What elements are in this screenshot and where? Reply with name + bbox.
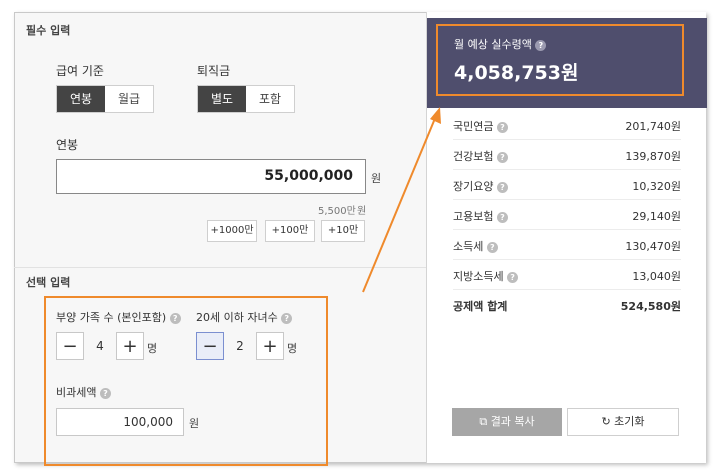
deduction-row: 국민연금 ? 201,740원 bbox=[453, 110, 681, 140]
deduction-name: 고용보험 bbox=[453, 210, 494, 223]
help-icon[interactable]: ? bbox=[496, 121, 508, 133]
severance-option-included[interactable]: 포함 bbox=[246, 86, 294, 112]
help-icon[interactable]: ? bbox=[99, 387, 111, 399]
nontaxable-unit: 원 bbox=[189, 417, 200, 430]
deduction-total-row: 공제액 합계 524,580원 bbox=[453, 290, 681, 320]
deduction-row: 고용보험 ? 29,140원 bbox=[453, 200, 681, 230]
pay-basis-option-monthly[interactable]: 월급 bbox=[105, 86, 153, 112]
severance-label: 퇴직금 bbox=[197, 64, 231, 78]
nontaxable-label-text: 비과세액 bbox=[56, 386, 97, 399]
deduction-row: 소득세 ? 130,470원 bbox=[453, 230, 681, 260]
reset-label: 초기화 bbox=[614, 415, 645, 428]
salary-unit: 원 bbox=[371, 172, 382, 185]
dependents-label: 부양 가족 수 (본인포함) ? bbox=[56, 309, 181, 325]
nontaxable-label: 비과세액 ? bbox=[56, 384, 111, 400]
children-label: 20세 이하 자녀수 ? bbox=[196, 309, 293, 325]
children-stepper: − 2 + bbox=[196, 332, 284, 360]
deduction-name: 국민연금 bbox=[453, 120, 494, 133]
deduction-value: 29,140원 bbox=[632, 210, 681, 223]
deduction-name: 소득세 bbox=[453, 240, 484, 253]
children-unit: 명 bbox=[287, 342, 298, 355]
net-pay-amount: 4,058,753원 bbox=[454, 62, 579, 84]
children-label-text: 20세 이하 자녀수 bbox=[196, 311, 278, 324]
deduction-name: 건강보험 bbox=[453, 150, 494, 163]
section-divider bbox=[14, 267, 426, 268]
help-icon[interactable]: ? bbox=[281, 312, 293, 324]
copy-result-button[interactable]: ⧉ 결과 복사 bbox=[452, 408, 562, 436]
nontaxable-input[interactable]: 100,000 bbox=[56, 408, 184, 436]
severance-option-separate[interactable]: 별도 bbox=[198, 86, 246, 112]
deduction-value: 13,040원 bbox=[632, 270, 681, 283]
reset-icon: ↻ bbox=[601, 415, 611, 428]
deduction-value: 10,320원 bbox=[632, 180, 681, 193]
copy-result-label: 결과 복사 bbox=[490, 415, 535, 428]
deduction-row: 지방소득세 ? 13,040원 bbox=[453, 260, 681, 290]
deduction-row: 건강보험 ? 139,870원 bbox=[453, 140, 681, 170]
input-panel: 필수 입력 급여 기준 연봉 월급 퇴직금 별도 포함 연봉 55,000,00… bbox=[14, 12, 426, 466]
help-icon[interactable]: ? bbox=[169, 312, 181, 324]
dependents-unit: 명 bbox=[147, 342, 158, 355]
salary-hint-unit: 원 bbox=[357, 206, 367, 217]
salary-input[interactable]: 55,000,000 bbox=[56, 159, 366, 194]
help-icon[interactable]: ? bbox=[496, 211, 508, 223]
deduction-value: 130,470원 bbox=[625, 240, 681, 253]
dependents-value[interactable]: 4 bbox=[84, 332, 116, 360]
help-icon[interactable]: ? bbox=[507, 271, 519, 283]
salary-label: 연봉 bbox=[56, 138, 79, 152]
children-plus-button[interactable]: + bbox=[256, 332, 284, 360]
pay-basis-option-annual[interactable]: 연봉 bbox=[57, 86, 105, 112]
copy-icon: ⧉ bbox=[479, 415, 488, 428]
help-icon[interactable]: ? bbox=[535, 39, 547, 51]
help-icon[interactable]: ? bbox=[486, 241, 498, 253]
result-title: 월 예상 실수령액 ? bbox=[454, 36, 547, 52]
pay-basis-toggle: 연봉 월급 bbox=[56, 85, 154, 113]
deduction-total-value: 524,580원 bbox=[620, 300, 681, 313]
deduction-name: 지방소득세 bbox=[453, 270, 504, 283]
help-icon[interactable]: ? bbox=[496, 181, 508, 193]
deduction-value: 201,740원 bbox=[625, 120, 681, 133]
children-minus-button[interactable]: − bbox=[196, 332, 224, 360]
add-100k-button[interactable]: +10만 bbox=[321, 220, 365, 242]
add-10m-button[interactable]: +1000만 bbox=[207, 220, 257, 242]
dependents-plus-button[interactable]: + bbox=[116, 332, 144, 360]
severance-toggle: 별도 포함 bbox=[197, 85, 295, 113]
add-1m-button[interactable]: +100만 bbox=[265, 220, 315, 242]
deduction-row: 장기요양 ? 10,320원 bbox=[453, 170, 681, 200]
children-value[interactable]: 2 bbox=[224, 332, 256, 360]
required-section-title: 필수 입력 bbox=[26, 24, 71, 37]
optional-section-title: 선택 입력 bbox=[26, 276, 71, 289]
pay-basis-label: 급여 기준 bbox=[56, 64, 104, 78]
dependents-label-text: 부양 가족 수 (본인포함) bbox=[56, 311, 167, 324]
help-icon[interactable]: ? bbox=[496, 151, 508, 163]
salary-hint-amount: 5,500만 bbox=[318, 206, 356, 217]
deduction-total-label: 공제액 합계 bbox=[453, 300, 508, 313]
result-panel: 월 예상 실수령액 ? 4,058,753원 국민연금 ? 201,740원 건… bbox=[426, 12, 707, 463]
deduction-value: 139,870원 bbox=[625, 150, 681, 163]
result-title-text: 월 예상 실수령액 bbox=[454, 38, 532, 51]
dependents-stepper: − 4 + bbox=[56, 332, 144, 360]
deduction-name: 장기요양 bbox=[453, 180, 494, 193]
reset-button[interactable]: ↻ 초기화 bbox=[567, 408, 679, 436]
dependents-minus-button[interactable]: − bbox=[56, 332, 84, 360]
